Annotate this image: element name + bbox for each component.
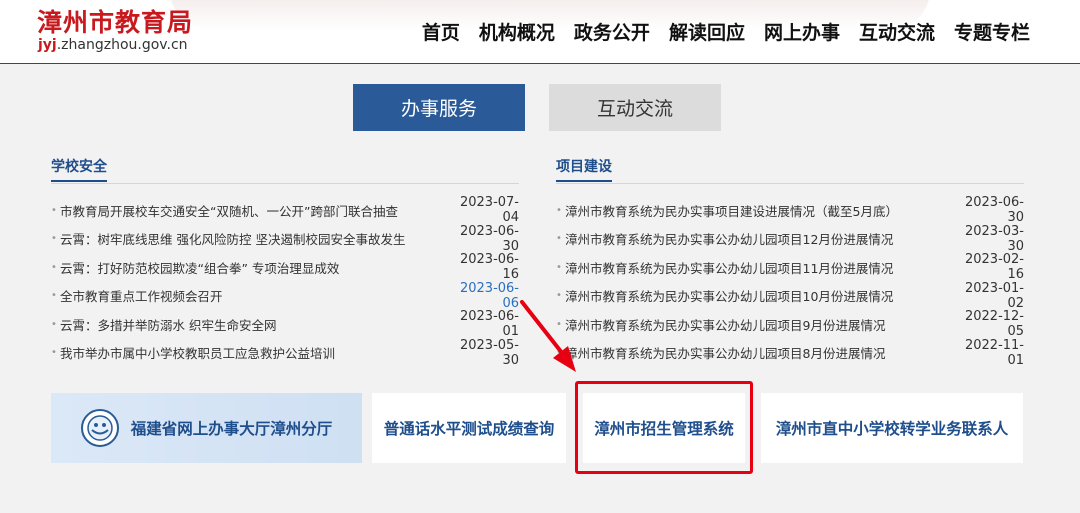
bullet-icon: • (51, 318, 57, 330)
bullet-icon: • (556, 233, 562, 245)
list-item[interactable]: • 漳州市教育系统为民办实事项目建设进展情况（截至5月底） 2023-06-30 (556, 195, 1024, 226)
nav-special-topics[interactable]: 专题专栏 (954, 20, 1030, 46)
bullet-icon: • (51, 204, 57, 216)
nav-online-services[interactable]: 网上办事 (764, 20, 840, 46)
list-item[interactable]: • 漳州市教育系统为民办实事公办幼儿园项目10月份进展情况 2023-01-02 (556, 280, 1024, 311)
news-list: • 市教育局开展校车交通安全“双随机、一公开”跨部门联合抽查 2023-07-04 … (51, 195, 519, 368)
list-item[interactable]: • 云霄：打好防范校园欺凌“组合拳” 专项治理显成效 2023-06-16 (51, 252, 519, 283)
news-title[interactable]: 漳州市教育系统为民办实事公办幼儿园项目9月份进展情况 (565, 315, 952, 334)
school-safety-column: 学校安全 • 市教育局开展校车交通安全“双随机、一公开”跨部门联合抽查 2023-0… (51, 156, 519, 368)
list-item[interactable]: • 漳州市教育系统为民办实事公办幼儿园项目11月份进展情况 2023-02-16 (556, 252, 1024, 283)
logo-url-rest: .zhangzhou.gov.cn (56, 37, 188, 53)
news-list: • 漳州市教育系统为民办实事项目建设进展情况（截至5月底） 2023-06-30 •… (556, 195, 1024, 368)
news-title[interactable]: 漳州市教育系统为民办实事项目建设进展情况（截至5月底） (565, 201, 952, 220)
news-date: 2023-02-16 (964, 252, 1024, 283)
news-date: 2023-06-16 (459, 252, 519, 283)
logo-url-highlight: jyj (38, 37, 57, 53)
bullet-icon: • (556, 347, 562, 359)
transfer-contact-link[interactable]: 漳州市直中小学校转学业务联系人 (761, 393, 1023, 463)
news-date: 2022-12-05 (964, 309, 1024, 340)
tab-interaction[interactable]: 互动交流 (549, 84, 721, 131)
list-item[interactable]: • 漳州市教育系统为民办实事公办幼儿园项目12月份进展情况 2023-03-30 (556, 223, 1024, 254)
bullet-icon: • (51, 233, 57, 245)
news-title[interactable]: 漳州市教育系统为民办实事公办幼儿园项目12月份进展情况 (565, 229, 952, 248)
news-date: 2023-06-30 (459, 223, 519, 254)
main-nav: 首页 机构概况 政务公开 解读回应 网上办事 互动交流 专题专栏 (403, 20, 1030, 46)
news-title[interactable]: 我市举办市属中小学校教职员工应急救护公益培训 (60, 343, 447, 362)
nav-interaction[interactable]: 互动交流 (859, 20, 935, 46)
nav-interpretation[interactable]: 解读回应 (669, 20, 745, 46)
list-item[interactable]: • 我市举办市属中小学校教职员工应急救护公益培训 2023-05-30 (51, 337, 519, 368)
column-title-school-safety[interactable]: 学校安全 (51, 156, 107, 182)
news-title[interactable]: 漳州市教育系统为民办实事公办幼儿园项目8月份进展情况 (565, 343, 952, 362)
mandarin-test-score-link[interactable]: 普通话水平测试成绩查询 (372, 393, 566, 463)
news-date: 2023-05-30 (459, 337, 519, 368)
nav-government-affairs[interactable]: 政务公开 (574, 20, 650, 46)
list-item[interactable]: • 市教育局开展校车交通安全“双随机、一公开”跨部门联合抽查 2023-07-04 (51, 195, 519, 226)
nav-organization[interactable]: 机构概况 (479, 20, 555, 46)
news-date: 2022-11-01 (964, 337, 1024, 368)
bullet-icon: • (556, 204, 562, 216)
bullet-icon: • (51, 290, 57, 302)
news-date: 2023-06-06 (459, 280, 519, 311)
bullet-icon: • (556, 290, 562, 302)
news-title[interactable]: 全市教育重点工作视频会召开 (60, 286, 447, 305)
site-logo-url: jyj.zhangzhou.gov.cn (38, 37, 188, 53)
news-title[interactable]: 云霄：树牢底线思维 强化风险防控 坚决遏制校园安全事故发生 (60, 229, 447, 248)
project-construction-column: 项目建设 • 漳州市教育系统为民办实事项目建设进展情况（截至5月底） 2023-06… (556, 156, 1024, 368)
list-item[interactable]: • 漳州市教育系统为民办实事公办幼儿园项目8月份进展情况 2022-11-01 (556, 337, 1024, 368)
list-item[interactable]: • 云霄：树牢底线思维 强化风险防控 坚决遏制校园安全事故发生 2023-06-30 (51, 223, 519, 254)
news-date: 2023-06-30 (964, 195, 1024, 226)
column-header: 学校安全 (51, 156, 519, 184)
news-title[interactable]: 漳州市教育系统为民办实事公办幼儿园项目10月份进展情况 (565, 286, 952, 305)
news-title[interactable]: 云霄：打好防范校园欺凌“组合拳” 专项治理显成效 (60, 258, 447, 277)
site-logo-title[interactable]: 漳州市教育局 (37, 9, 193, 37)
bullet-icon: • (556, 261, 562, 273)
news-date: 2023-07-04 (459, 195, 519, 226)
news-date: 2023-03-30 (964, 223, 1024, 254)
bullet-icon: • (51, 347, 57, 359)
tab-services[interactable]: 办事服务 (353, 84, 525, 131)
news-title[interactable]: 云霄：多措并举防溺水 织牢生命安全网 (60, 315, 447, 334)
list-item[interactable]: • 云霄：多措并举防溺水 织牢生命安全网 2023-06-01 (51, 309, 519, 340)
header-divider (0, 63, 1080, 64)
news-title[interactable]: 市教育局开展校车交通安全“双随机、一公开”跨部门联合抽查 (60, 201, 447, 220)
highlight-box (575, 381, 753, 474)
column-header: 项目建设 (556, 156, 1024, 184)
news-date: 2023-01-02 (964, 280, 1024, 311)
column-title-projects[interactable]: 项目建设 (556, 156, 612, 182)
fujian-online-hall-label: 福建省网上办事大厅漳州分厅 (130, 420, 333, 438)
government-emblem-icon (80, 409, 119, 447)
site-header: 漳州市教育局 jyj.zhangzhou.gov.cn 首页 机构概况 政务公开… (0, 0, 1080, 64)
bullet-icon: • (556, 318, 562, 330)
news-date: 2023-06-01 (459, 309, 519, 340)
list-item[interactable]: • 漳州市教育系统为民办实事公办幼儿园项目9月份进展情况 2022-12-05 (556, 309, 1024, 340)
fujian-online-hall-link[interactable]: 福建省网上办事大厅漳州分厅 (51, 393, 362, 463)
list-item[interactable]: • 全市教育重点工作视频会召开 2023-06-06 (51, 280, 519, 311)
nav-home[interactable]: 首页 (422, 20, 460, 46)
news-title[interactable]: 漳州市教育系统为民办实事公办幼儿园项目11月份进展情况 (565, 258, 952, 277)
bullet-icon: • (51, 261, 57, 273)
